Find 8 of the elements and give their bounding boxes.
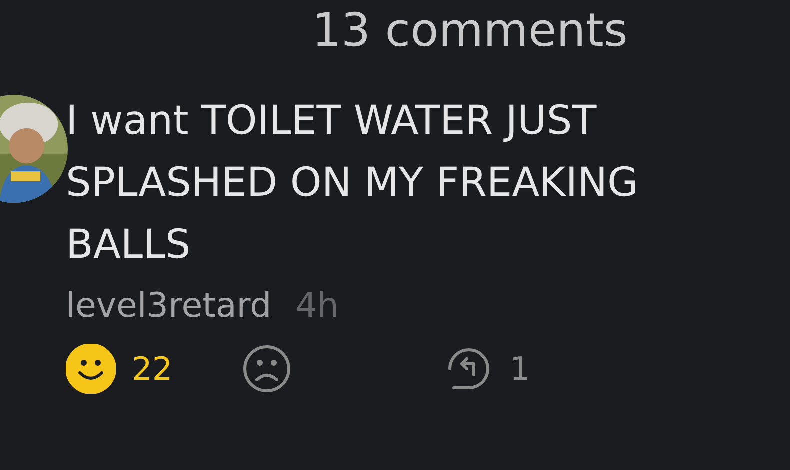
comments-heading: 13 comments: [312, 2, 628, 59]
timestamp: 4h: [296, 286, 339, 326]
comment-text: I want TOILET WATER JUST SPLASHED ON MY FREAKING BALLS: [66, 97, 640, 270]
smile-icon[interactable]: [66, 344, 116, 394]
reaction-count: 22: [132, 350, 173, 388]
reaction-count: 1: [510, 350, 530, 388]
frown-icon[interactable]: [242, 344, 292, 394]
username[interactable]: level3retard: [66, 286, 272, 326]
